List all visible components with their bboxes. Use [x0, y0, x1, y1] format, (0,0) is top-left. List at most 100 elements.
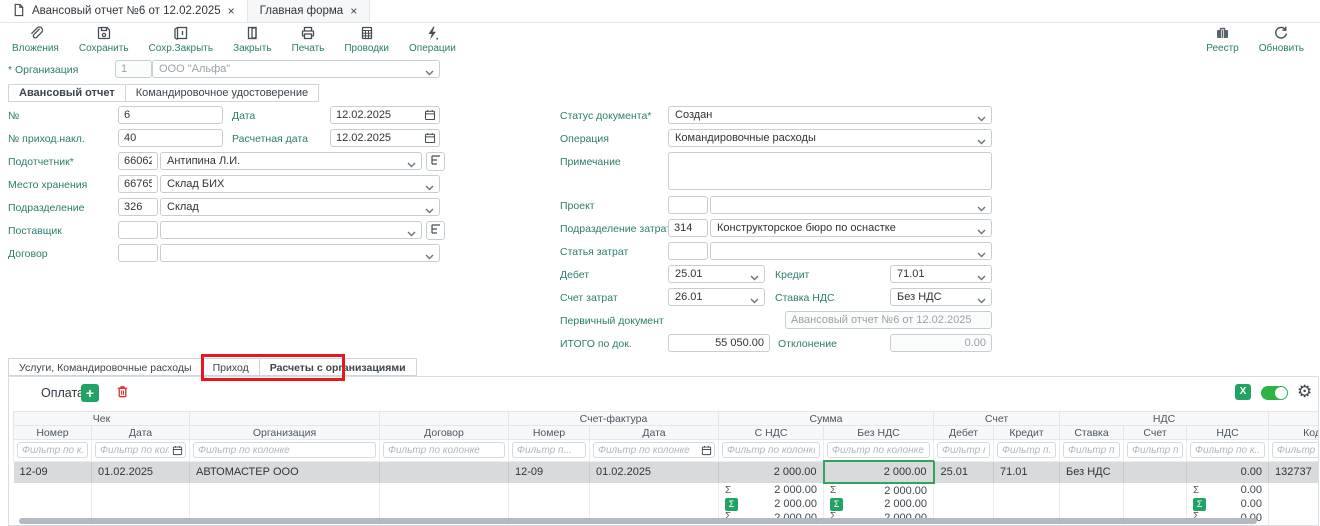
filter-toggle[interactable]	[1261, 386, 1288, 400]
filter-row	[14, 440, 1320, 462]
tab-settlements-with-organizations[interactable]: Расчеты с организациями	[260, 358, 417, 376]
operation-select[interactable]: Командировочные расходы	[668, 129, 992, 147]
project-code-field[interactable]	[668, 196, 708, 214]
print-button[interactable]: Печать	[282, 25, 335, 54]
credit-select[interactable]: 71.01	[890, 265, 992, 283]
col-vat-account[interactable]: Счет	[1124, 426, 1187, 440]
note-textarea[interactable]	[668, 152, 992, 190]
organization-select[interactable]: ООО "Альфа"	[152, 60, 440, 78]
tab-receipt[interactable]: Приход	[203, 358, 260, 376]
window-tab-advance-report[interactable]: Авансовый отчет №6 от 12.02.2025 ×	[0, 0, 248, 22]
attachments-button[interactable]: Вложения	[2, 25, 69, 54]
operations-button[interactable]: Операции	[399, 25, 466, 54]
close-button[interactable]: Закрыть	[223, 25, 282, 54]
export-excel-button[interactable]: X	[1235, 384, 1251, 400]
department-select[interactable]: Склад	[160, 198, 440, 216]
refresh-button[interactable]: Обновить	[1249, 25, 1314, 54]
num-field[interactable]	[118, 106, 223, 124]
col-debit[interactable]: Дебет	[934, 426, 994, 440]
filter-input[interactable]	[193, 442, 376, 458]
filter-input[interactable]	[17, 442, 88, 458]
storage-select[interactable]: Склад БИХ	[160, 175, 440, 193]
group-check[interactable]: Чек	[14, 412, 190, 426]
registry-button[interactable]: Реестр	[1196, 25, 1249, 54]
filter-input[interactable]	[827, 442, 930, 458]
filter-input[interactable]	[95, 442, 186, 458]
col-organization[interactable]: Организация	[190, 426, 380, 440]
tab-travel-certificate[interactable]: Командировочное удостоверение	[126, 84, 319, 102]
filter-input[interactable]	[1063, 442, 1120, 458]
col-code[interactable]: Код ст	[1269, 426, 1319, 440]
save-icon	[96, 25, 112, 41]
col-without-vat[interactable]: Без НДС	[824, 426, 934, 440]
add-row-button[interactable]: +	[81, 384, 99, 402]
filter-input[interactable]	[997, 442, 1056, 458]
department-code-field[interactable]	[118, 198, 158, 216]
save-close-button[interactable]: Сохр.Закрыть	[139, 25, 224, 54]
col-vat[interactable]: НДС	[1187, 426, 1269, 440]
accountable-code-field[interactable]	[118, 152, 158, 170]
horizontal-scrollbar[interactable]	[19, 518, 1257, 524]
filter-input[interactable]	[383, 442, 505, 458]
filter-input[interactable]	[937, 442, 990, 458]
vat-rate-select[interactable]: Без НДС	[890, 288, 992, 306]
status-select[interactable]: Создан	[668, 106, 992, 124]
filter-input[interactable]	[1272, 442, 1319, 458]
primary-doc-label: Первичный документ	[560, 315, 664, 327]
hierarchy-button[interactable]	[426, 221, 445, 240]
col-invoice-date[interactable]: Дата	[590, 426, 719, 440]
group-header-row: Чек Счет-фактура Сумма Счет НДС	[14, 412, 1320, 426]
close-icon[interactable]: ×	[228, 4, 235, 18]
save-button[interactable]: Сохранить	[69, 25, 139, 54]
tab-advance-report[interactable]: Авансовый отчет	[8, 84, 126, 102]
col-check-date[interactable]: Дата	[92, 426, 190, 440]
chevron-down-icon	[425, 205, 434, 216]
group-invoice[interactable]: Счет-фактура	[509, 412, 719, 426]
cost-department-select[interactable]: Конструкторское бюро по оснастке	[710, 219, 992, 237]
supplier-select[interactable]	[160, 221, 422, 239]
cost-item-code-field[interactable]	[668, 242, 708, 260]
close-icon[interactable]: ×	[350, 4, 357, 18]
filter-input[interactable]	[512, 442, 586, 458]
column-header-row: Номер Дата Организация Договор Номер Дат…	[14, 426, 1320, 440]
window-tab-main-form[interactable]: Главная форма ×	[248, 0, 371, 22]
group-amount[interactable]: Сумма	[719, 412, 934, 426]
gear-icon[interactable]: ⚙	[1297, 384, 1312, 401]
group-vat[interactable]: НДС	[1060, 412, 1269, 426]
col-contract[interactable]: Договор	[380, 426, 509, 440]
filter-input[interactable]	[1190, 442, 1265, 458]
receipt-num-field[interactable]	[118, 129, 223, 147]
delete-row-button[interactable]	[113, 384, 131, 402]
calc-date-field[interactable]	[330, 129, 440, 147]
lightning-icon	[424, 25, 440, 41]
accountable-select[interactable]: Антипина Л.И.	[160, 152, 422, 170]
postings-button[interactable]: Проводки	[334, 25, 399, 54]
contract-select[interactable]	[160, 244, 440, 262]
debit-select[interactable]: 25.01	[668, 265, 765, 283]
storage-code-field[interactable]	[118, 175, 158, 193]
project-select[interactable]	[710, 196, 992, 214]
col-rate[interactable]: Ставка	[1060, 426, 1124, 440]
cost-item-select[interactable]	[710, 242, 992, 260]
group-account[interactable]: Счет	[934, 412, 1060, 426]
filter-input[interactable]	[593, 442, 715, 458]
date-field[interactable]	[330, 106, 440, 124]
total-field[interactable]	[668, 334, 770, 352]
col-invoice-number[interactable]: Номер	[509, 426, 590, 440]
col-credit[interactable]: Кредит	[994, 426, 1060, 440]
col-with-vat[interactable]: С НДС	[719, 426, 824, 440]
window-tab-label: Авансовый отчет №6 от 12.02.2025	[32, 5, 221, 17]
cost-department-code-field[interactable]	[668, 219, 708, 237]
tab-services-travel-expenses[interactable]: Услуги, Командировочные расходы	[8, 358, 203, 376]
hierarchy-button[interactable]	[426, 152, 445, 171]
contract-code-field[interactable]	[118, 244, 158, 262]
filter-input[interactable]	[722, 442, 820, 458]
organization-code-field[interactable]	[115, 60, 152, 78]
vat-rate-label: Ставка НДС	[775, 292, 835, 304]
table-row[interactable]: 12-09 01.02.2025 АВТОМАСТЕР ООО 12-09 01…	[14, 461, 1320, 483]
col-check-number[interactable]: Номер	[14, 426, 92, 440]
selected-cell[interactable]: 2 000.00	[824, 461, 934, 483]
filter-input[interactable]	[1127, 442, 1183, 458]
supplier-code-field[interactable]	[118, 221, 158, 239]
cost-account-select[interactable]: 26.01	[668, 288, 765, 306]
